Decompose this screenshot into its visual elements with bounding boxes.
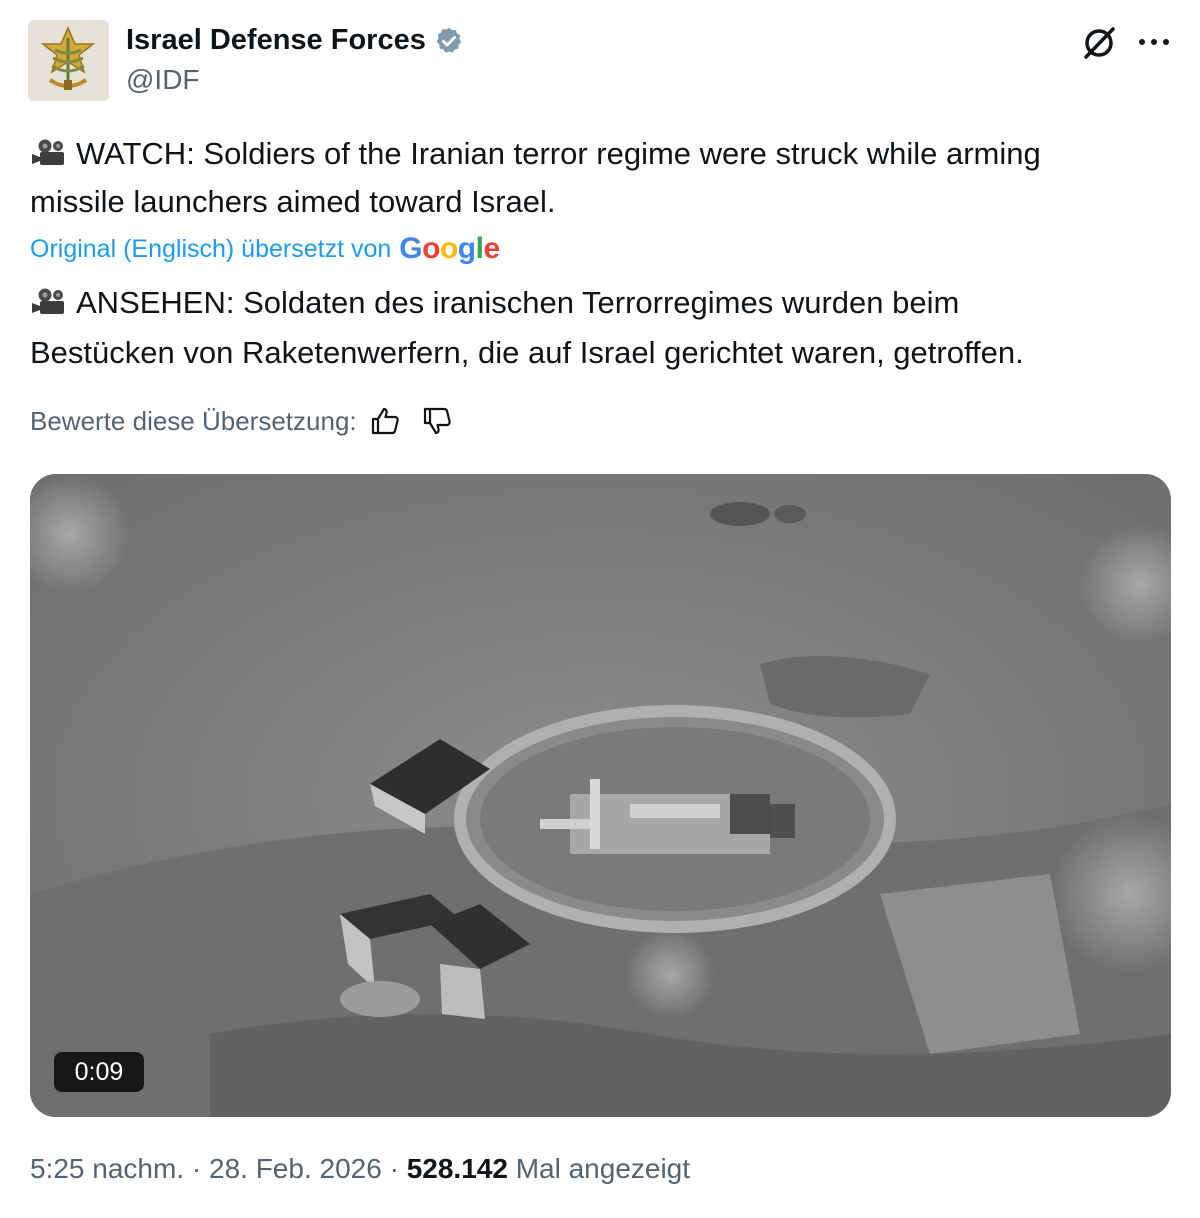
video-player[interactable]: 0:09 — [30, 474, 1171, 1117]
meta-separator: · — [191, 1153, 202, 1184]
author-handle[interactable]: @IDF — [126, 64, 200, 96]
video-camera-icon — [32, 139, 64, 165]
more-icon — [1139, 39, 1169, 45]
translated-text-line-1: ANSEHEN: Soldaten des iranischen Terrorr… — [30, 278, 1180, 328]
translated-text: ANSEHEN: Soldaten des iranischen Terrorr… — [30, 278, 1180, 378]
tweet-meta: 5:25 nachm. · 28. Feb. 2026 · 528.142 Ma… — [30, 1153, 690, 1185]
view-count: 528.142 — [406, 1153, 508, 1184]
tweet-text-line-1-text: WATCH: Soldiers of the Iranian terror re… — [76, 136, 1041, 171]
more-button[interactable] — [1134, 28, 1174, 56]
meta-separator: · — [389, 1153, 399, 1184]
tweet-text-line-1: WATCH: Soldiers of the Iranian terror re… — [30, 130, 1180, 178]
avatar[interactable] — [28, 20, 109, 101]
tweet-date[interactable]: 28. Feb. 2026 — [209, 1153, 382, 1184]
translated-text-line-2: Bestücken von Raketenwerfern, die auf Is… — [30, 335, 1024, 370]
author-name[interactable]: Israel Defense Forces — [126, 24, 426, 57]
google-logo: Google — [399, 232, 500, 265]
thumbs-up-icon[interactable] — [369, 405, 401, 437]
tweet-text-line-2: missile launchers aimed toward Israel. — [30, 184, 556, 219]
grok-button[interactable] — [1080, 24, 1118, 62]
verified-badge-icon — [436, 27, 461, 53]
rate-translation: Bewerte diese Übersetzung: — [30, 405, 453, 437]
tweet-time[interactable]: 5:25 nachm. — [30, 1153, 184, 1184]
view-count-label: Mal angezeigt — [515, 1153, 691, 1184]
idf-emblem-icon — [28, 20, 109, 101]
translation-notice-text[interactable]: Original (Englisch) übersetzt von — [30, 235, 391, 264]
translation-notice[interactable]: Original (Englisch) übersetzt von Google — [30, 232, 500, 266]
thumbs-down-icon[interactable] — [421, 405, 453, 437]
translated-text-line-1-text: ANSEHEN: Soldaten des iranischen Terrorr… — [76, 285, 960, 320]
video-camera-icon — [32, 288, 64, 314]
video-duration-badge: 0:09 — [54, 1052, 144, 1092]
grok-icon — [1084, 27, 1115, 59]
rate-translation-label: Bewerte diese Übersetzung: — [30, 405, 357, 436]
tweet-text: WATCH: Soldiers of the Iranian terror re… — [30, 130, 1180, 226]
author-name-row[interactable]: Israel Defense Forces — [126, 24, 464, 57]
video-thumbnail — [30, 474, 1171, 1117]
